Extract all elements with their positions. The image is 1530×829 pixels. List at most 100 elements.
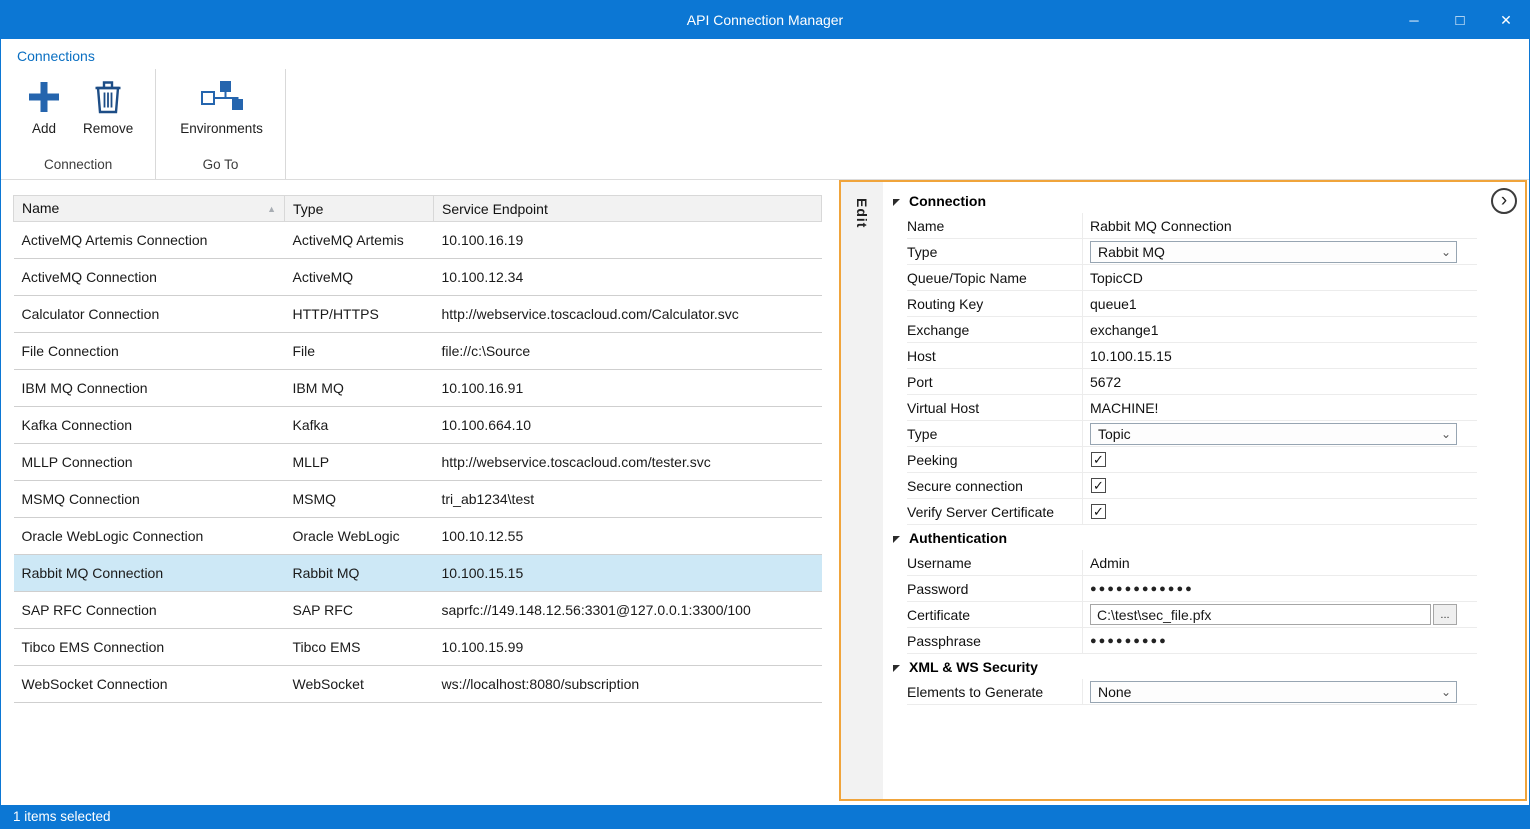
verify-certificate-checkbox[interactable]: ✓ [1091,504,1106,519]
cell-endpoint[interactable]: 10.100.15.99 [434,629,822,666]
property-row-peeking: Peeking ✓ [907,447,1477,473]
column-header-name[interactable]: Name ▲ [14,196,285,222]
cell-type[interactable]: SAP RFC [285,592,434,629]
password-value[interactable]: ●●●●●●●●●●●● [1090,583,1194,595]
cell-type[interactable]: ActiveMQ Artemis [285,222,434,259]
host-value[interactable]: 10.100.15.15 [1090,348,1172,364]
trash-icon [93,75,123,119]
cell-type[interactable]: Oracle WebLogic [285,518,434,555]
cell-name[interactable]: WebSocket Connection [14,666,285,703]
title-bar[interactable]: API Connection Manager ─ □ ✕ [1,1,1529,39]
certificate-input[interactable]: C:\test\sec_file.pfx [1090,604,1431,625]
cell-endpoint[interactable]: http://webservice.toscacloud.com/Calcula… [434,296,822,333]
exchange-value[interactable]: exchange1 [1090,322,1159,338]
cell-type[interactable]: MLLP [285,444,434,481]
section-header-connection[interactable]: Connection [893,188,1477,213]
cell-name[interactable]: MLLP Connection [14,444,285,481]
cell-type[interactable]: HTTP/HTTPS [285,296,434,333]
table-row[interactable]: Kafka Connection Kafka 10.100.664.10 [14,407,822,444]
close-button[interactable]: ✕ [1483,1,1529,39]
table-row[interactable]: WebSocket Connection WebSocket ws://loca… [14,666,822,703]
cell-name[interactable]: Oracle WebLogic Connection [14,518,285,555]
cell-name[interactable]: Tibco EMS Connection [14,629,285,666]
routing-key-value[interactable]: queue1 [1090,296,1137,312]
add-button[interactable]: Add [15,71,73,138]
column-header-endpoint[interactable]: Service Endpoint [434,196,822,222]
cell-type[interactable]: MSMQ [285,481,434,518]
table-row[interactable]: IBM MQ Connection IBM MQ 10.100.16.91 [14,370,822,407]
maximize-button[interactable]: □ [1437,1,1483,39]
property-row-verify-certificate: Verify Server Certificate ✓ [907,499,1477,525]
table-row[interactable]: ActiveMQ Artemis Connection ActiveMQ Art… [14,222,822,259]
cell-type[interactable]: Tibco EMS [285,629,434,666]
chevron-down-icon: ⌄ [1436,427,1456,441]
type-dropdown[interactable]: Rabbit MQ ⌄ [1090,241,1457,263]
cell-endpoint[interactable]: saprfc://149.148.12.56:3301@127.0.0.1:33… [434,592,822,629]
column-header-type[interactable]: Type [285,196,434,222]
virtual-host-value[interactable]: MACHINE! [1090,400,1158,416]
tab-edit[interactable]: Edit [854,198,870,228]
cell-name[interactable]: File Connection [14,333,285,370]
cell-name[interactable]: IBM MQ Connection [14,370,285,407]
cell-name[interactable]: ActiveMQ Artemis Connection [14,222,285,259]
cell-endpoint[interactable]: http://webservice.toscacloud.com/tester.… [434,444,822,481]
chevron-right-icon: › [1501,191,1507,210]
cell-endpoint[interactable]: file://c:\Source [434,333,822,370]
cell-type[interactable]: IBM MQ [285,370,434,407]
table-row-selected[interactable]: Rabbit MQ Connection Rabbit MQ 10.100.15… [14,555,822,592]
section-header-authentication[interactable]: Authentication [893,525,1477,550]
window-title: API Connection Manager [1,12,1529,28]
cell-endpoint[interactable]: 100.10.12.55 [434,518,822,555]
cell-endpoint[interactable]: 10.100.15.15 [434,555,822,592]
cell-type[interactable]: Kafka [285,407,434,444]
table-row[interactable]: Oracle WebLogic Connection Oracle WebLog… [14,518,822,555]
table-row[interactable]: MSMQ Connection MSMQ tri_ab1234\test [14,481,822,518]
remove-button-label: Remove [83,121,133,136]
cell-endpoint[interactable]: 10.100.16.19 [434,222,822,259]
table-row[interactable]: ActiveMQ Connection ActiveMQ 10.100.12.3… [14,259,822,296]
cell-endpoint[interactable]: tri_ab1234\test [434,481,822,518]
cell-endpoint[interactable]: 10.100.16.91 [434,370,822,407]
environments-button[interactable]: Environments [170,71,273,138]
username-value[interactable]: Admin [1090,555,1130,571]
port-value[interactable]: 5672 [1090,374,1121,390]
minimize-button[interactable]: ─ [1391,1,1437,39]
property-row-virtual-host: Virtual Host MACHINE! [907,395,1477,421]
cell-endpoint[interactable]: 10.100.12.34 [434,259,822,296]
table-row[interactable]: Tibco EMS Connection Tibco EMS 10.100.15… [14,629,822,666]
queue-topic-value[interactable]: TopicCD [1090,270,1143,286]
cell-name[interactable]: Calculator Connection [14,296,285,333]
status-text: 1 items selected [13,809,111,824]
table-row[interactable]: File Connection File file://c:\Source [14,333,822,370]
cell-endpoint[interactable]: 10.100.664.10 [434,407,822,444]
cell-name[interactable]: SAP RFC Connection [14,592,285,629]
app-window: API Connection Manager ─ □ ✕ Connections… [0,0,1530,829]
chevron-down-icon: ⌄ [1436,685,1456,699]
cell-name[interactable]: MSMQ Connection [14,481,285,518]
ribbon: Connections Add [1,39,1529,180]
table-row[interactable]: SAP RFC Connection SAP RFC saprfc://149.… [14,592,822,629]
cell-name[interactable]: ActiveMQ Connection [14,259,285,296]
cell-name[interactable]: Rabbit MQ Connection [14,555,285,592]
remove-button[interactable]: Remove [73,71,143,138]
secure-connection-checkbox[interactable]: ✓ [1091,478,1106,493]
cell-type[interactable]: File [285,333,434,370]
table-row[interactable]: Calculator Connection HTTP/HTTPS http://… [14,296,822,333]
cell-name[interactable]: Kafka Connection [14,407,285,444]
cell-type[interactable]: Rabbit MQ [285,555,434,592]
cell-type[interactable]: ActiveMQ [285,259,434,296]
tab-connections[interactable]: Connections [17,48,95,64]
status-bar: 1 items selected [1,805,1529,828]
property-grid: Connection Name Rabbit MQ Connection Typ… [883,182,1525,799]
browse-button[interactable]: ... [1433,604,1457,625]
collapse-panel-button[interactable]: › [1491,188,1517,214]
cell-endpoint[interactable]: ws://localhost:8080/subscription [434,666,822,703]
queue-type-dropdown[interactable]: Topic ⌄ [1090,423,1457,445]
peeking-checkbox[interactable]: ✓ [1091,452,1106,467]
elements-to-generate-dropdown[interactable]: None ⌄ [1090,681,1457,703]
table-row[interactable]: MLLP Connection MLLP http://webservice.t… [14,444,822,481]
passphrase-value[interactable]: ●●●●●●●●● [1090,635,1168,647]
section-header-xml-ws-security[interactable]: XML & WS Security [893,654,1477,679]
name-value[interactable]: Rabbit MQ Connection [1090,218,1232,234]
cell-type[interactable]: WebSocket [285,666,434,703]
